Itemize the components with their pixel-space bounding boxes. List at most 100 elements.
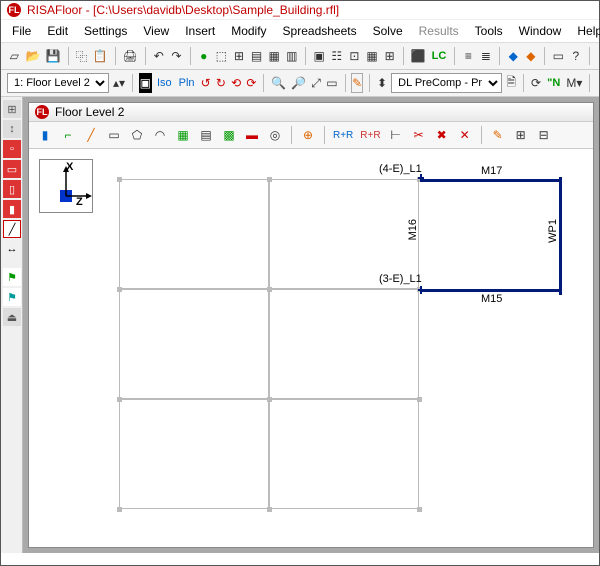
ct-delete-x-icon[interactable]: ✖ [432, 125, 452, 145]
report-icon[interactable]: 🗎 [505, 73, 517, 93]
menu-results[interactable]: Results [412, 22, 466, 40]
member-m15[interactable] [421, 289, 561, 292]
ct-grid1-icon[interactable]: ⊞ [511, 125, 531, 145]
tool-line-icon[interactable]: ╱ [3, 220, 21, 238]
rotate-down-icon[interactable]: ⟳ [245, 73, 257, 93]
ct-arc-icon[interactable]: ◠ [150, 125, 170, 145]
ct-split-icon[interactable]: ⊢ [386, 125, 406, 145]
tableview-icon[interactable]: ▦ [365, 46, 380, 66]
ct-select-icon[interactable]: ▮ [35, 125, 55, 145]
zoom-extents-icon[interactable]: ⤢ [310, 73, 322, 93]
label-node-4e: (4-E)_L1 [379, 163, 422, 175]
ct-rr1[interactable]: R+R [331, 130, 355, 141]
tool-flag-green-icon[interactable]: ⚑ [3, 268, 21, 286]
load-combo-select[interactable]: DL PreComp - Pr [391, 73, 502, 93]
ct-edit-icon[interactable]: ✎ [488, 125, 508, 145]
layers-icon[interactable]: ▤ [249, 46, 264, 66]
ct-fill1-icon[interactable]: ▦ [173, 125, 193, 145]
level-up-icon[interactable]: ▴▾ [112, 73, 126, 93]
refresh-icon[interactable]: ⟳ [530, 73, 542, 93]
member-wp1[interactable] [559, 177, 562, 295]
tool-arrow-icon[interactable]: ↕ [3, 120, 21, 138]
axis-z-label: Z [76, 196, 83, 208]
units-icon[interactable]: ⬚ [214, 46, 229, 66]
new-icon[interactable]: ▱ [7, 46, 22, 66]
menu-solve[interactable]: Solve [366, 22, 410, 40]
tool-wall-icon[interactable]: ▮ [3, 200, 21, 218]
menu-settings[interactable]: Settings [77, 22, 134, 40]
ct-target-icon[interactable]: ⊕ [298, 125, 318, 145]
ct-fill3-icon[interactable]: ▩ [219, 125, 239, 145]
elevation-icon[interactable]: ☷ [329, 46, 344, 66]
menu-window[interactable]: Window [512, 22, 569, 40]
copy-icon[interactable]: ⿻ [74, 46, 89, 66]
print-icon[interactable]: 🖨 [122, 46, 139, 66]
ct-grid2-icon[interactable]: ⊟ [534, 125, 554, 145]
sections-icon[interactable]: ▥ [285, 46, 300, 66]
node-4e-tick2 [420, 174, 422, 182]
member-m17[interactable] [421, 179, 561, 182]
zoom-in-icon[interactable]: 🔍 [270, 73, 287, 93]
grid-icon[interactable]: ⊞ [232, 46, 247, 66]
tool-dim-icon[interactable]: ↔ [3, 240, 21, 258]
menu-insert[interactable]: Insert [178, 22, 222, 40]
tool-beam-icon[interactable]: ▭ [3, 160, 21, 178]
tool-node-icon[interactable]: ▫ [3, 140, 21, 158]
menu-modify[interactable]: Modify [224, 22, 273, 40]
spreadsheet-icon[interactable]: ⊞ [382, 46, 397, 66]
loads-toggle-icon[interactable]: ⬍ [376, 73, 388, 93]
ct-rr2[interactable]: R+R [358, 130, 382, 141]
director-icon[interactable]: ▭ [551, 46, 566, 66]
globe-icon[interactable]: ● [196, 46, 211, 66]
risafoundation-icon[interactable]: ◆ [524, 46, 539, 66]
drawing-canvas[interactable]: X Z [29, 149, 593, 547]
save-icon[interactable]: 💾 [45, 46, 62, 66]
ct-draw-icon[interactable]: ⌐ [58, 125, 78, 145]
menu-help[interactable]: Help [570, 22, 600, 40]
tool-lock-icon[interactable]: ⏏ [3, 308, 21, 326]
ct-poly-icon[interactable]: ⬠ [127, 125, 147, 145]
solve-icon[interactable]: ≡ [461, 46, 476, 66]
rotate-left-icon[interactable]: ↺ [200, 73, 212, 93]
undo-icon[interactable]: ↶ [151, 46, 166, 66]
risa3d-icon[interactable]: ◆ [506, 46, 521, 66]
materials-icon[interactable]: ▦ [267, 46, 282, 66]
n-button[interactable]: "N [545, 77, 562, 89]
label-m17: M17 [481, 165, 502, 177]
help-icon[interactable]: ? [569, 46, 584, 66]
menu-view[interactable]: View [136, 22, 176, 40]
ct-trim-icon[interactable]: ✂ [409, 125, 429, 145]
zoom-window-icon[interactable]: ▭ [325, 73, 338, 93]
tool-column-icon[interactable]: ▯ [3, 180, 21, 198]
tool-grid-icon[interactable]: ⊞ [3, 100, 21, 118]
menu-edit[interactable]: Edit [40, 22, 75, 40]
ct-box-icon[interactable]: ▭ [104, 125, 124, 145]
menu-tools[interactable]: Tools [468, 22, 510, 40]
paste-icon[interactable]: 📋 [92, 46, 109, 66]
ct-line-icon[interactable]: ╱ [81, 125, 101, 145]
ct-deck-icon[interactable]: ▬ [242, 125, 262, 145]
camera-icon[interactable]: ▣ [139, 73, 152, 93]
edit-mode-icon[interactable]: ✎ [351, 73, 363, 93]
tool-flag-cyan-icon[interactable]: ⚑ [3, 288, 21, 306]
zoom-out-icon[interactable]: 🔎 [290, 73, 307, 93]
rotate-up-icon[interactable]: ⟲ [230, 73, 242, 93]
ct-opening-icon[interactable]: ◎ [265, 125, 285, 145]
ct-delete-icon[interactable]: ✕ [455, 125, 475, 145]
view3d-icon[interactable]: ▣ [312, 46, 327, 66]
plan-icon[interactable]: ⊡ [347, 46, 362, 66]
plan-button[interactable]: Pln [177, 77, 197, 89]
axis-x-label: X [66, 161, 73, 173]
floor-level-select[interactable]: 1: Floor Level 2 [7, 73, 109, 93]
member-label-icon[interactable]: M▾ [565, 73, 583, 93]
menu-file[interactable]: File [5, 22, 38, 40]
ct-fill2-icon[interactable]: ▤ [196, 125, 216, 145]
rotate-right-icon[interactable]: ↻ [215, 73, 227, 93]
basic-load-icon[interactable]: ⬛ [410, 46, 427, 66]
redo-icon[interactable]: ↷ [169, 46, 184, 66]
open-icon[interactable]: 📂 [25, 46, 42, 66]
lc-label[interactable]: LC [430, 50, 449, 62]
iso-button[interactable]: Iso [155, 77, 174, 89]
menu-spreadsheets[interactable]: Spreadsheets [276, 22, 364, 40]
list-icon[interactable]: ≣ [479, 46, 494, 66]
